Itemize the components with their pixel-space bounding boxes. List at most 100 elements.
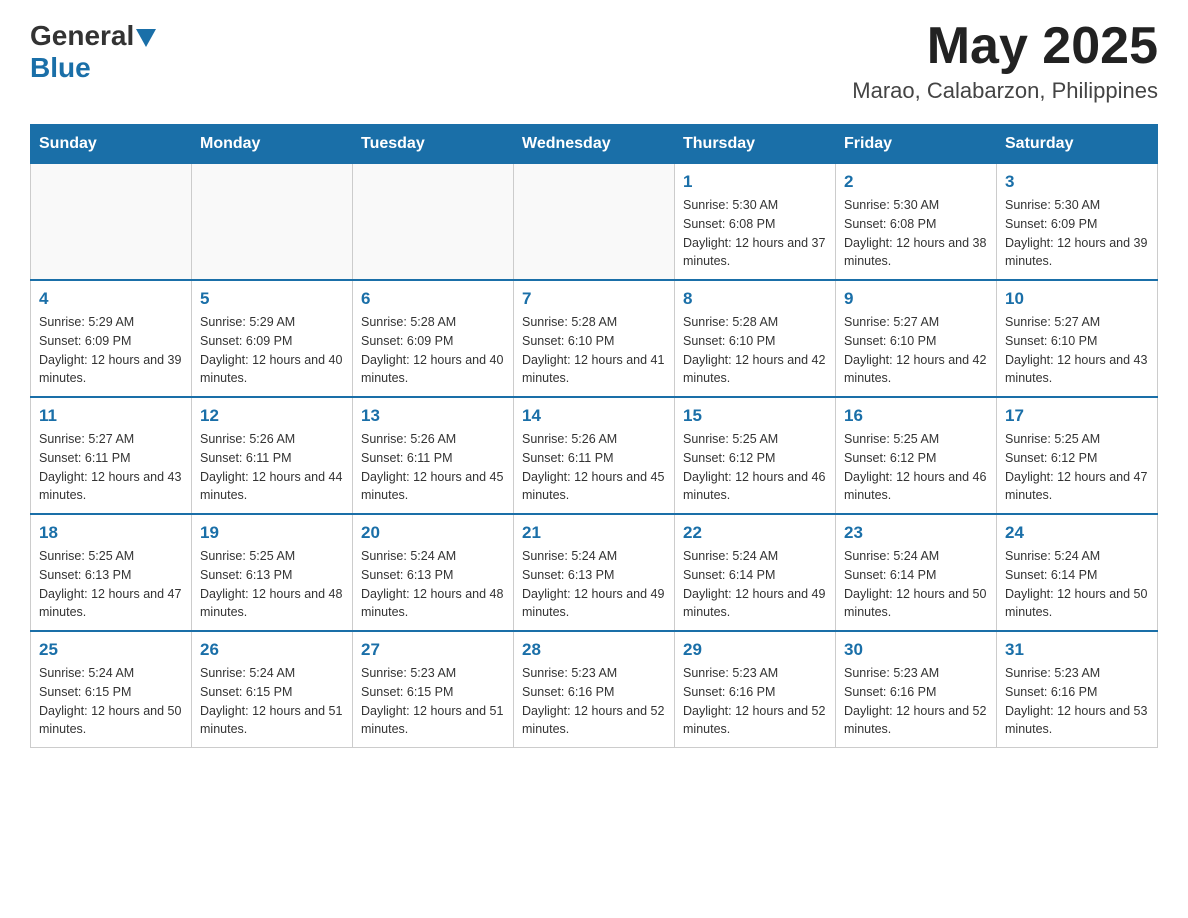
day-number: 17 bbox=[1005, 406, 1149, 426]
calendar-cell: 12 Sunrise: 5:26 AM Sunset: 6:11 PM Dayli… bbox=[192, 397, 353, 514]
calendar-table: SundayMondayTuesdayWednesdayThursdayFrid… bbox=[30, 124, 1158, 748]
column-header-wednesday: Wednesday bbox=[514, 125, 675, 164]
title-area: May 2025 Marao, Calabarzon, Philippines bbox=[852, 20, 1158, 104]
logo-blue-text: Blue bbox=[30, 52, 91, 84]
day-number: 9 bbox=[844, 289, 988, 309]
day-number: 29 bbox=[683, 640, 827, 660]
column-header-tuesday: Tuesday bbox=[353, 125, 514, 164]
calendar-cell: 19 Sunrise: 5:25 AM Sunset: 6:13 PM Dayli… bbox=[192, 514, 353, 631]
day-info: Sunrise: 5:23 AM Sunset: 6:16 PM Dayligh… bbox=[683, 664, 827, 739]
calendar-cell: 8 Sunrise: 5:28 AM Sunset: 6:10 PM Daylig… bbox=[675, 280, 836, 397]
day-info: Sunrise: 5:24 AM Sunset: 6:14 PM Dayligh… bbox=[844, 547, 988, 622]
day-number: 10 bbox=[1005, 289, 1149, 309]
day-number: 27 bbox=[361, 640, 505, 660]
calendar-cell: 3Sunrise: 5:30 AM Sunset: 6:09 PM Daylig… bbox=[997, 164, 1158, 281]
day-number: 15 bbox=[683, 406, 827, 426]
column-header-friday: Friday bbox=[836, 125, 997, 164]
day-info: Sunrise: 5:25 AM Sunset: 6:12 PM Dayligh… bbox=[1005, 430, 1149, 505]
day-info: Sunrise: 5:28 AM Sunset: 6:10 PM Dayligh… bbox=[683, 313, 827, 388]
day-info: Sunrise: 5:24 AM Sunset: 6:13 PM Dayligh… bbox=[522, 547, 666, 622]
calendar-week-row: 1 Sunrise: 5:30 AM Sunset: 6:08 PM Daylig… bbox=[31, 164, 1158, 281]
calendar-cell: 2 Sunrise: 5:30 AM Sunset: 6:08 PM Daylig… bbox=[836, 164, 997, 281]
day-number: 21 bbox=[522, 523, 666, 543]
day-info: Sunrise: 5:28 AM Sunset: 6:09 PM Dayligh… bbox=[361, 313, 505, 388]
calendar-cell: 4 Sunrise: 5:29 AM Sunset: 6:09 PM Daylig… bbox=[31, 280, 192, 397]
logo: General Blue bbox=[30, 20, 156, 84]
calendar-cell: 31 Sunrise: 5:23 AM Sunset: 6:16 PM Dayli… bbox=[997, 631, 1158, 748]
day-info: Sunrise: 5:25 AM Sunset: 6:12 PM Dayligh… bbox=[844, 430, 988, 505]
calendar-cell: 25 Sunrise: 5:24 AM Sunset: 6:15 PM Dayli… bbox=[31, 631, 192, 748]
day-info: Sunrise: 5:24 AM Sunset: 6:14 PM Dayligh… bbox=[1005, 547, 1149, 622]
day-number: 1 bbox=[683, 172, 827, 192]
calendar-cell: 16 Sunrise: 5:25 AM Sunset: 6:12 PM Dayli… bbox=[836, 397, 997, 514]
day-number: 2 bbox=[844, 172, 988, 192]
day-number: 22 bbox=[683, 523, 827, 543]
day-number: 8 bbox=[683, 289, 827, 309]
column-header-thursday: Thursday bbox=[675, 125, 836, 164]
calendar-week-row: 25 Sunrise: 5:24 AM Sunset: 6:15 PM Dayli… bbox=[31, 631, 1158, 748]
calendar-cell: 30Sunrise: 5:23 AM Sunset: 6:16 PM Dayli… bbox=[836, 631, 997, 748]
day-info: Sunrise: 5:29 AM Sunset: 6:09 PM Dayligh… bbox=[39, 313, 183, 388]
day-number: 23 bbox=[844, 523, 988, 543]
calendar-cell: 11 Sunrise: 5:27 AM Sunset: 6:11 PM Dayli… bbox=[31, 397, 192, 514]
calendar-cell: 18Sunrise: 5:25 AM Sunset: 6:13 PM Dayli… bbox=[31, 514, 192, 631]
calendar-cell: 22 Sunrise: 5:24 AM Sunset: 6:14 PM Dayli… bbox=[675, 514, 836, 631]
calendar-week-row: 18Sunrise: 5:25 AM Sunset: 6:13 PM Dayli… bbox=[31, 514, 1158, 631]
calendar-cell bbox=[514, 164, 675, 281]
calendar-cell bbox=[31, 164, 192, 281]
day-number: 4 bbox=[39, 289, 183, 309]
day-info: Sunrise: 5:30 AM Sunset: 6:08 PM Dayligh… bbox=[844, 196, 988, 271]
day-info: Sunrise: 5:29 AM Sunset: 6:09 PM Dayligh… bbox=[200, 313, 344, 388]
calendar-cell: 17 Sunrise: 5:25 AM Sunset: 6:12 PM Dayli… bbox=[997, 397, 1158, 514]
day-number: 6 bbox=[361, 289, 505, 309]
day-info: Sunrise: 5:23 AM Sunset: 6:15 PM Dayligh… bbox=[361, 664, 505, 739]
calendar-cell: 27 Sunrise: 5:23 AM Sunset: 6:15 PM Dayli… bbox=[353, 631, 514, 748]
day-info: Sunrise: 5:26 AM Sunset: 6:11 PM Dayligh… bbox=[361, 430, 505, 505]
day-info: Sunrise: 5:27 AM Sunset: 6:10 PM Dayligh… bbox=[1005, 313, 1149, 388]
day-number: 7 bbox=[522, 289, 666, 309]
logo-triangle-icon bbox=[136, 29, 156, 47]
day-number: 11 bbox=[39, 406, 183, 426]
calendar-cell: 5 Sunrise: 5:29 AM Sunset: 6:09 PM Daylig… bbox=[192, 280, 353, 397]
day-info: Sunrise: 5:24 AM Sunset: 6:15 PM Dayligh… bbox=[39, 664, 183, 739]
calendar-cell bbox=[353, 164, 514, 281]
day-number: 16 bbox=[844, 406, 988, 426]
day-info: Sunrise: 5:25 AM Sunset: 6:13 PM Dayligh… bbox=[200, 547, 344, 622]
calendar-cell: 24 Sunrise: 5:24 AM Sunset: 6:14 PM Dayli… bbox=[997, 514, 1158, 631]
day-info: Sunrise: 5:30 AM Sunset: 6:09 PM Dayligh… bbox=[1005, 196, 1149, 271]
calendar-cell: 23 Sunrise: 5:24 AM Sunset: 6:14 PM Dayli… bbox=[836, 514, 997, 631]
location-subtitle: Marao, Calabarzon, Philippines bbox=[852, 78, 1158, 104]
calendar-week-row: 4 Sunrise: 5:29 AM Sunset: 6:09 PM Daylig… bbox=[31, 280, 1158, 397]
calendar-cell: 7Sunrise: 5:28 AM Sunset: 6:10 PM Daylig… bbox=[514, 280, 675, 397]
day-info: Sunrise: 5:24 AM Sunset: 6:14 PM Dayligh… bbox=[683, 547, 827, 622]
day-info: Sunrise: 5:30 AM Sunset: 6:08 PM Dayligh… bbox=[683, 196, 827, 271]
day-number: 13 bbox=[361, 406, 505, 426]
day-number: 20 bbox=[361, 523, 505, 543]
calendar-cell: 1 Sunrise: 5:30 AM Sunset: 6:08 PM Daylig… bbox=[675, 164, 836, 281]
day-info: Sunrise: 5:23 AM Sunset: 6:16 PM Dayligh… bbox=[1005, 664, 1149, 739]
day-number: 12 bbox=[200, 406, 344, 426]
logo-general-text: General bbox=[30, 20, 134, 52]
day-number: 25 bbox=[39, 640, 183, 660]
day-number: 26 bbox=[200, 640, 344, 660]
calendar-cell: 29 Sunrise: 5:23 AM Sunset: 6:16 PM Dayli… bbox=[675, 631, 836, 748]
day-number: 31 bbox=[1005, 640, 1149, 660]
day-info: Sunrise: 5:27 AM Sunset: 6:11 PM Dayligh… bbox=[39, 430, 183, 505]
day-info: Sunrise: 5:24 AM Sunset: 6:13 PM Dayligh… bbox=[361, 547, 505, 622]
day-number: 24 bbox=[1005, 523, 1149, 543]
day-number: 28 bbox=[522, 640, 666, 660]
day-info: Sunrise: 5:26 AM Sunset: 6:11 PM Dayligh… bbox=[522, 430, 666, 505]
day-info: Sunrise: 5:24 AM Sunset: 6:15 PM Dayligh… bbox=[200, 664, 344, 739]
calendar-cell: 10 Sunrise: 5:27 AM Sunset: 6:10 PM Dayli… bbox=[997, 280, 1158, 397]
month-year-title: May 2025 bbox=[852, 20, 1158, 72]
day-number: 5 bbox=[200, 289, 344, 309]
day-info: Sunrise: 5:25 AM Sunset: 6:13 PM Dayligh… bbox=[39, 547, 183, 622]
calendar-cell: 20 Sunrise: 5:24 AM Sunset: 6:13 PM Dayli… bbox=[353, 514, 514, 631]
calendar-cell: 26 Sunrise: 5:24 AM Sunset: 6:15 PM Dayli… bbox=[192, 631, 353, 748]
day-number: 19 bbox=[200, 523, 344, 543]
calendar-cell: 15Sunrise: 5:25 AM Sunset: 6:12 PM Dayli… bbox=[675, 397, 836, 514]
column-header-sunday: Sunday bbox=[31, 125, 192, 164]
calendar-week-row: 11 Sunrise: 5:27 AM Sunset: 6:11 PM Dayli… bbox=[31, 397, 1158, 514]
day-info: Sunrise: 5:26 AM Sunset: 6:11 PM Dayligh… bbox=[200, 430, 344, 505]
column-header-monday: Monday bbox=[192, 125, 353, 164]
